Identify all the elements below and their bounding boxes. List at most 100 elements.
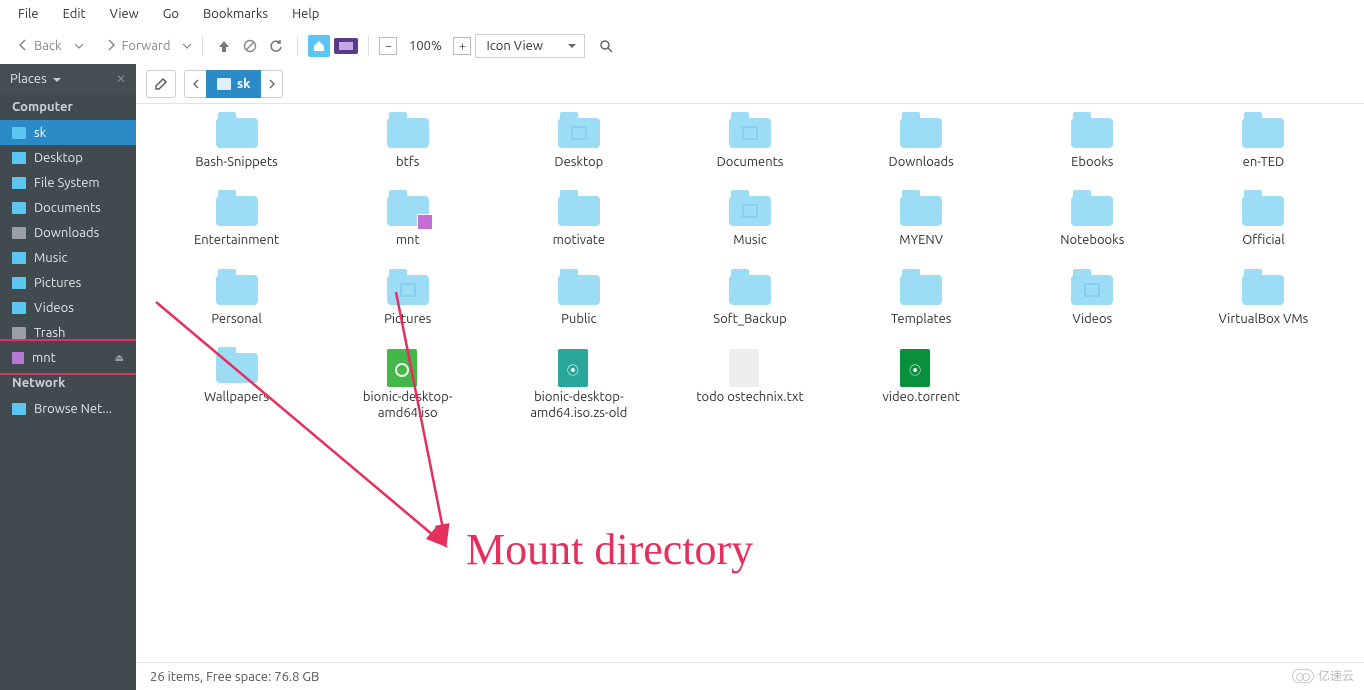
- item-label: MYENV: [899, 232, 943, 248]
- item-label: Public: [561, 311, 596, 327]
- folder-item[interactable]: Public: [498, 271, 659, 327]
- breadcrumb-current[interactable]: sk: [206, 70, 261, 98]
- view-mode-select[interactable]: Icon View: [475, 34, 585, 58]
- breadcrumb-next[interactable]: [261, 70, 283, 98]
- file-item[interactable]: todo ostechnix.txt: [669, 349, 830, 422]
- item-label: mnt: [396, 232, 420, 248]
- folder-item[interactable]: Bash-Snippets: [156, 114, 317, 170]
- folder-item[interactable]: Downloads: [841, 114, 1002, 170]
- folder-item[interactable]: Entertainment: [156, 192, 317, 248]
- view-mode-label: Icon View: [486, 39, 542, 53]
- folder-icon: [387, 118, 429, 148]
- item-label: Personal: [211, 311, 261, 327]
- file-item[interactable]: ⦿bionic-desktop-amd64.iso.zs-old: [498, 349, 659, 422]
- breadcrumb-prev[interactable]: [184, 70, 206, 98]
- menubar: FileEditViewGoBookmarksHelp: [0, 0, 1364, 28]
- sidebar-header-label: Places: [10, 72, 61, 86]
- folder-icon: [12, 252, 26, 264]
- folder-item[interactable]: Music: [669, 192, 830, 248]
- folder-item[interactable]: VirtualBox VMs: [1183, 271, 1344, 327]
- drive-icon: [12, 352, 24, 364]
- menu-edit[interactable]: Edit: [53, 3, 96, 25]
- home-button[interactable]: [308, 35, 330, 57]
- sidebar-item-browse-network[interactable]: Browse Net...: [0, 396, 136, 421]
- sidebar-item-filesystem[interactable]: File System: [0, 170, 136, 195]
- sidebar-item-label: File System: [34, 176, 100, 190]
- forward-button[interactable]: Forward: [98, 35, 179, 58]
- sidebar-item-downloads[interactable]: Downloads: [0, 220, 136, 245]
- folder-icon: [900, 118, 942, 148]
- sidebar-item-pictures[interactable]: Pictures: [0, 270, 136, 295]
- icon-grid: Bash-Snippets btfs Desktop DocumentsDownloa…: [156, 114, 1344, 421]
- menu-go[interactable]: Go: [153, 3, 189, 25]
- folder-icon: [1242, 196, 1284, 226]
- sidebar-item-videos[interactable]: Videos: [0, 295, 136, 320]
- item-label: Desktop: [554, 154, 603, 170]
- menu-file[interactable]: File: [8, 3, 49, 25]
- folder-icon: [12, 202, 26, 214]
- folder-icon: [1071, 275, 1113, 305]
- folder-item[interactable]: btfs: [327, 114, 488, 170]
- folder-item[interactable]: Notebooks: [1012, 192, 1173, 248]
- folder-item[interactable]: Official: [1183, 192, 1344, 248]
- item-label: Videos: [1072, 311, 1112, 327]
- folder-item[interactable]: MYENV: [841, 192, 1002, 248]
- sidebar-close-icon[interactable]: ✕: [116, 72, 126, 86]
- folder-item[interactable]: Desktop: [498, 114, 659, 170]
- folder-item[interactable]: Wallpapers: [156, 349, 317, 422]
- reload-button[interactable]: [265, 35, 287, 57]
- folder-icon: [1242, 275, 1284, 305]
- folder-item[interactable]: Soft_Backup: [669, 271, 830, 327]
- folder-item[interactable]: Ebooks: [1012, 114, 1173, 170]
- item-label: Notebooks: [1060, 232, 1124, 248]
- item-label: bionic-desktop-amd64.iso: [338, 389, 478, 422]
- edit-path-button[interactable]: [146, 70, 176, 98]
- zoom-in-button[interactable]: +: [453, 37, 471, 55]
- sidebar-item-desktop[interactable]: Desktop: [0, 145, 136, 170]
- item-label: Official: [1242, 232, 1284, 248]
- folder-item[interactable]: Pictures: [327, 271, 488, 327]
- sidebar-item-documents[interactable]: Documents: [0, 195, 136, 220]
- item-label: motivate: [553, 232, 605, 248]
- item-label: btfs: [396, 154, 419, 170]
- stop-button[interactable]: [239, 35, 261, 57]
- folder-item[interactable]: motivate: [498, 192, 659, 248]
- folder-icon: [12, 152, 26, 164]
- folder-icon: [217, 78, 231, 90]
- menu-help[interactable]: Help: [282, 3, 329, 25]
- sidebar-item-label: Downloads: [34, 226, 99, 240]
- back-button[interactable]: Back: [10, 35, 70, 58]
- fs-icon: [12, 177, 26, 189]
- sidebar-item-mnt[interactable]: mnt⏏: [0, 345, 136, 370]
- sidebar-item-home[interactable]: sk: [0, 120, 136, 145]
- folder-item[interactable]: Documents: [669, 114, 830, 170]
- item-label: Entertainment: [194, 232, 279, 248]
- menu-bookmarks[interactable]: Bookmarks: [193, 3, 278, 25]
- computer-button[interactable]: [334, 38, 358, 54]
- sidebar-item-label: Music: [34, 251, 68, 265]
- sidebar-item-music[interactable]: Music: [0, 245, 136, 270]
- menu-view[interactable]: View: [100, 3, 149, 25]
- folder-item[interactable]: Templates: [841, 271, 1002, 327]
- folder-item[interactable]: mnt: [327, 192, 488, 248]
- folder-icon: [729, 275, 771, 305]
- sidebar-item-label: Desktop: [34, 151, 83, 165]
- folder-item[interactable]: Videos: [1012, 271, 1173, 327]
- eject-icon[interactable]: ⏏: [115, 352, 124, 364]
- sidebar-section-network: Network: [0, 370, 136, 396]
- folder-icon: [900, 275, 942, 305]
- zoom-out-button[interactable]: −: [379, 37, 397, 55]
- folder-item[interactable]: Personal: [156, 271, 317, 327]
- file-item[interactable]: ⦿video.torrent: [841, 349, 1002, 422]
- folder-item[interactable]: en-TED: [1183, 114, 1344, 170]
- zoom-control: − 100% +: [379, 37, 471, 55]
- back-history-dropdown[interactable]: [74, 39, 84, 53]
- file-item[interactable]: bionic-desktop-amd64.iso: [327, 349, 488, 422]
- sidebar-header[interactable]: Places ✕: [0, 64, 136, 94]
- zoom-level: 100%: [405, 39, 445, 53]
- forward-history-dropdown[interactable]: [182, 39, 192, 53]
- parent-folder-button[interactable]: [213, 35, 235, 57]
- sidebar-item-trash[interactable]: Trash: [0, 320, 136, 345]
- search-button[interactable]: [595, 35, 617, 57]
- trash-icon: [12, 327, 26, 339]
